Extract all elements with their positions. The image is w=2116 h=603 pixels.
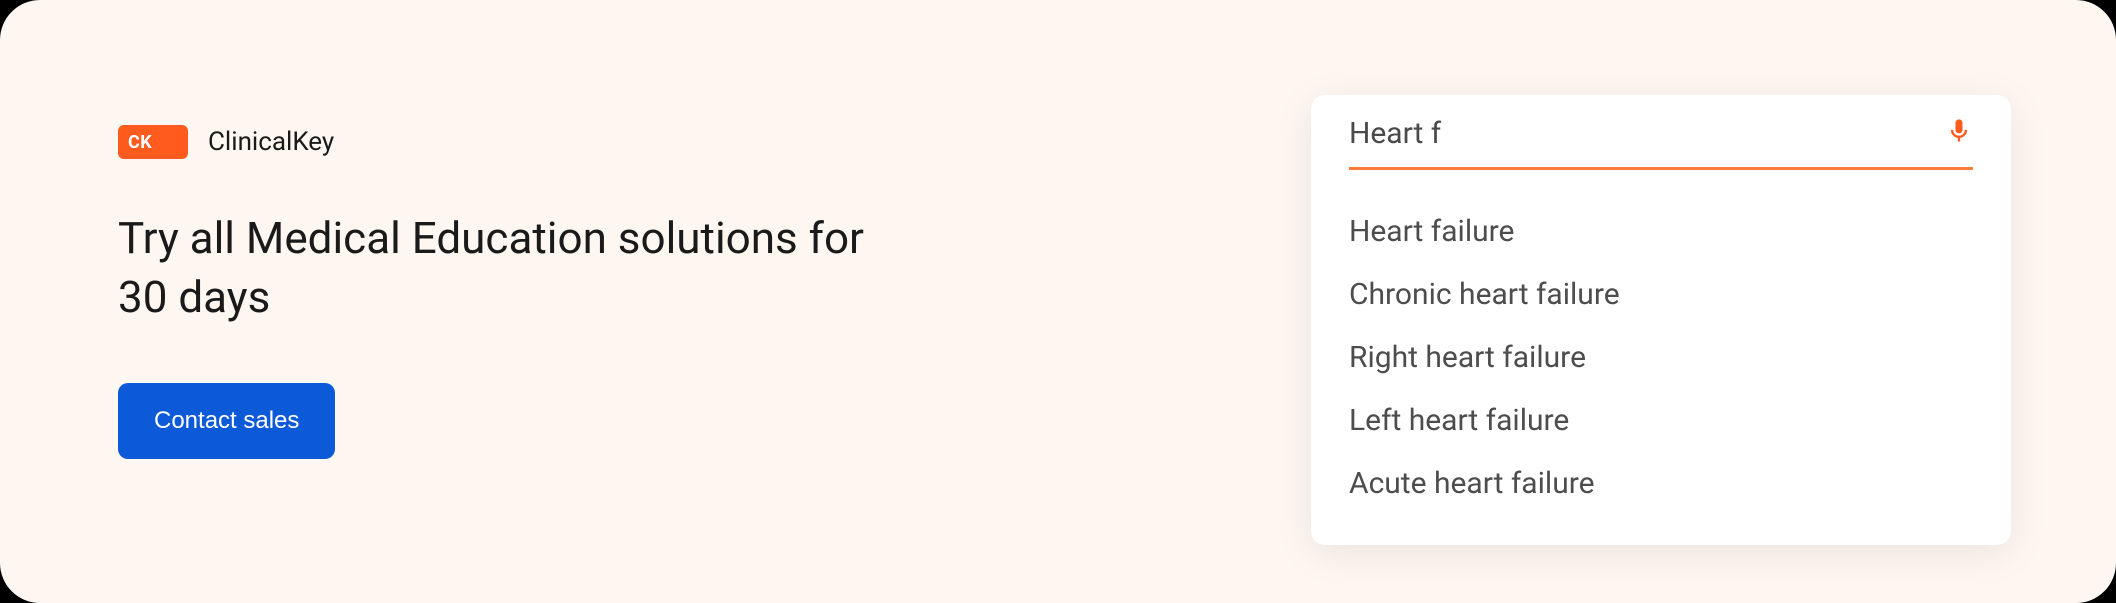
suggestion-item[interactable]: Heart failure <box>1349 200 1973 263</box>
brand-row: CK ClinicalKey <box>118 125 898 159</box>
suggestion-item[interactable]: Chronic heart failure <box>1349 263 1973 326</box>
suggestion-item[interactable]: Acute heart failure <box>1349 452 1973 515</box>
suggestion-item[interactable]: Left heart failure <box>1349 389 1973 452</box>
brand-badge: CK <box>118 125 188 159</box>
contact-sales-button[interactable]: Contact sales <box>118 383 335 459</box>
search-input-wrap <box>1349 113 1973 170</box>
left-content: CK ClinicalKey Try all Medical Education… <box>118 125 898 459</box>
brand-name: ClinicalKey <box>208 127 334 157</box>
suggestion-item[interactable]: Right heart failure <box>1349 326 1973 389</box>
suggestions-list: Heart failure Chronic heart failure Righ… <box>1311 170 2011 515</box>
microphone-icon[interactable] <box>1945 113 1973 153</box>
search-panel: Heart failure Chronic heart failure Righ… <box>1311 95 2011 545</box>
search-input[interactable] <box>1349 116 1945 151</box>
headline: Try all Medical Education solutions for … <box>118 209 898 328</box>
promo-banner: CK ClinicalKey Try all Medical Education… <box>0 0 2116 603</box>
